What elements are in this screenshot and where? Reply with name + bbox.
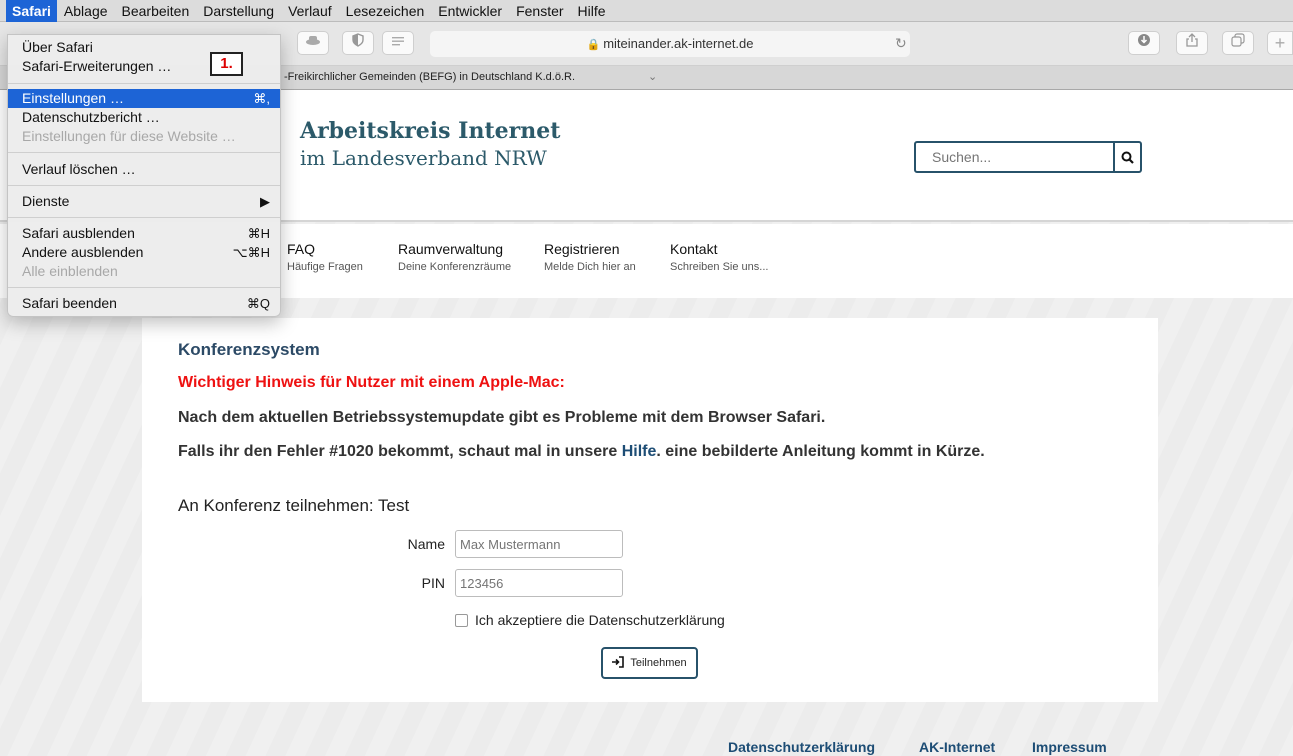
lock-icon: 🔒 <box>586 39 601 51</box>
submenu-arrow-icon: ▶ <box>260 194 270 209</box>
nav-subtitle: Deine Konferenzräume <box>398 261 512 273</box>
conference-card: Konferenzsystem Wichtiger Hinweis für Nu… <box>142 318 1158 702</box>
privacy-shield-icon[interactable] <box>342 31 374 55</box>
menu-item-show-all: Alle einblenden <box>22 263 118 279</box>
downloads-icon[interactable] <box>1128 31 1160 55</box>
menu-item-settings[interactable]: Einstellungen … ⌘, <box>8 89 280 108</box>
menu-separator <box>8 185 280 186</box>
name-label: Name <box>407 536 445 552</box>
nav-item-faq[interactable]: FAQ Häufige Fragen <box>287 241 363 273</box>
menu-item-label: Safari beenden <box>22 295 117 311</box>
privacy-checkbox-row[interactable]: Ich akzeptiere die Datenschutzerklärung <box>455 612 725 628</box>
chevron-down-icon[interactable]: ⌄ <box>648 70 657 83</box>
nav-title: FAQ <box>287 241 316 257</box>
menu-bearbeiten[interactable]: Bearbeiten <box>115 0 197 22</box>
step-marker: 1. <box>210 52 243 76</box>
menu-safari[interactable]: Safari <box>6 0 57 22</box>
menu-shortcut: ⌘Q <box>246 296 270 311</box>
sign-in-icon <box>612 655 625 671</box>
notice-text-prefix: Falls ihr den Fehler #1020 bekommt, scha… <box>178 443 622 460</box>
footer-link-imprint[interactable]: Impressum <box>1032 739 1107 755</box>
reload-icon[interactable]: ↻ <box>895 35 907 52</box>
notice-paragraph-2: Falls ihr den Fehler #1020 bekommt, scha… <box>178 443 985 461</box>
nav-title: Kontakt <box>670 241 718 257</box>
pin-row: PIN <box>395 569 623 597</box>
new-tab-plus-icon[interactable]: + <box>1267 31 1293 55</box>
nav-item-kontakt[interactable]: Kontakt Schreiben Sie uns... <box>670 241 768 273</box>
safari-menu: Über Safari Safari-Erweiterungen … Einst… <box>7 34 281 317</box>
notice-paragraph-1: Nach dem aktuellen Betriebssystemupdate … <box>178 409 826 426</box>
search-input[interactable] <box>916 143 1113 171</box>
menu-separator <box>8 287 280 288</box>
name-field[interactable] <box>455 530 623 558</box>
url-text: miteinander.ak-internet.de <box>603 36 754 51</box>
brand-title[interactable]: Arbeitskreis Internet <box>300 118 560 144</box>
menu-shortcut: ⌥⌘H <box>232 245 270 260</box>
menu-separator <box>8 152 280 153</box>
share-icon[interactable] <box>1176 31 1208 55</box>
privacy-checkbox[interactable] <box>455 613 468 627</box>
menu-darstellung[interactable]: Darstellung <box>196 0 281 22</box>
menu-item-label: Einstellungen … <box>22 90 124 106</box>
pin-label: PIN <box>421 575 445 591</box>
notice-text-suffix: . eine bebilderte Anleitung kommt in Kür… <box>656 443 985 460</box>
tab-title[interactable]: -Freikirchlicher Gemeinden (BEFG) in Deu… <box>284 71 575 83</box>
menu-fenster[interactable]: Fenster <box>509 0 570 22</box>
menu-verlauf[interactable]: Verlauf <box>281 0 339 22</box>
nav-subtitle: Schreiben Sie uns... <box>670 261 769 273</box>
nav-title: Registrieren <box>544 241 620 257</box>
menu-shortcut: ⌘H <box>247 226 270 241</box>
nav-subtitle: Melde Dich hier an <box>544 261 636 273</box>
menu-item-label: Safari ausblenden <box>22 225 135 241</box>
menu-item-hide-others[interactable]: Andere ausblenden ⌥⌘H <box>8 243 280 262</box>
join-button[interactable]: Teilnehmen <box>601 647 698 679</box>
footer-link-privacy[interactable]: Datenschutzerklärung <box>728 739 875 755</box>
menu-item-label: Dienste <box>22 193 70 209</box>
menu-lesezeichen[interactable]: Lesezeichen <box>339 0 432 22</box>
footer-link-ak-internet[interactable]: AK-Internet <box>919 739 995 755</box>
search-icon <box>1121 151 1134 164</box>
brand-subtitle[interactable]: im Landesverband NRW <box>300 146 547 170</box>
menu-item-quit[interactable]: Safari beenden ⌘Q <box>8 294 280 313</box>
tabs-overview-icon[interactable] <box>1222 31 1254 55</box>
menu-item-label: Andere ausblenden <box>22 244 144 260</box>
nav-item-registrieren[interactable]: Registrieren Melde Dich hier an <box>544 241 636 273</box>
menu-item-services[interactable]: Dienste ▶ <box>8 192 280 211</box>
privacy-checkbox-label[interactable]: Ich akzeptiere die Datenschutzerklärung <box>475 612 725 628</box>
help-link[interactable]: Hilfe <box>622 443 657 460</box>
nav-item-raumverwaltung[interactable]: Raumverwaltung Deine Konferenzräume <box>398 241 511 273</box>
pin-field[interactable] <box>455 569 623 597</box>
nav-subtitle: Häufige Fragen <box>287 261 363 273</box>
menu-item-privacy-report[interactable]: Datenschutzbericht … <box>8 108 280 127</box>
address-bar[interactable]: 🔒 miteinander.ak-internet.de <box>430 31 910 57</box>
join-heading: An Konferenz teilnehmen: Test <box>178 496 410 515</box>
section-heading: Konferenzsystem <box>178 340 320 359</box>
menu-ablage[interactable]: Ablage <box>57 0 115 22</box>
nav-title: Raumverwaltung <box>398 241 504 257</box>
menu-separator <box>8 217 280 218</box>
menu-item-hide-safari[interactable]: Safari ausblenden ⌘H <box>8 224 280 243</box>
menu-separator <box>8 83 280 84</box>
warning-text: Wichtiger Hinweis für Nutzer mit einem A… <box>178 374 565 391</box>
incognito-icon[interactable] <box>297 31 329 55</box>
menu-entwickler[interactable]: Entwickler <box>431 0 509 22</box>
reader-icon[interactable] <box>382 31 414 55</box>
join-button-label: Teilnehmen <box>630 657 687 669</box>
menu-item-clear-history[interactable]: Verlauf löschen … <box>8 160 280 179</box>
menu-bar: Safari Ablage Bearbeiten Darstellung Ver… <box>0 0 1293 22</box>
menu-item-site-settings: Einstellungen für diese Website … <box>22 128 236 144</box>
name-row: Name <box>395 530 623 558</box>
site-search <box>914 141 1142 173</box>
search-button[interactable] <box>1113 143 1140 171</box>
menu-hilfe[interactable]: Hilfe <box>571 0 613 22</box>
menu-shortcut: ⌘, <box>253 91 270 106</box>
